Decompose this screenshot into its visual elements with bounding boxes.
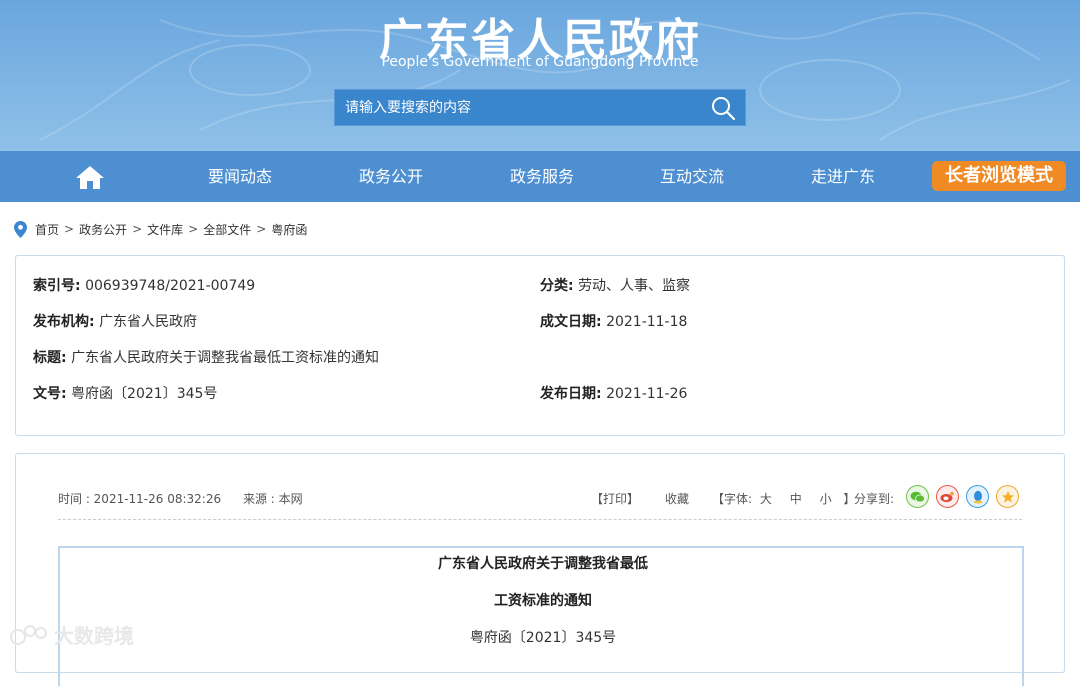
- watermark-logo-icon: [10, 624, 47, 645]
- search-icon[interactable]: [709, 94, 737, 122]
- breadcrumb-separator: >: [132, 222, 143, 236]
- info-publisher-label: 发布机构:: [33, 314, 95, 330]
- meta-divider: [58, 519, 1022, 520]
- font-size-large[interactable]: 大: [760, 492, 772, 506]
- nav-item-interaction[interactable]: 互动交流: [632, 151, 752, 202]
- article-meta: 时间 : 2021-11-26 08:32:26 来源 : 本网: [58, 490, 321, 507]
- info-publisher-value: 广东省人民政府: [99, 314, 198, 330]
- search-input[interactable]: [335, 90, 705, 125]
- info-category-label: 分类:: [540, 278, 574, 294]
- info-category-value: 劳动、人事、监察: [578, 278, 691, 294]
- article-source: 来源 : 本网: [242, 492, 303, 506]
- watermark: 大数跨境: [8, 620, 134, 649]
- info-publish-date-value: 2021-11-26: [606, 386, 688, 402]
- document-title-line2: 工资标准的通知: [494, 593, 592, 609]
- document-number: 粤府函〔2021〕345号: [469, 630, 617, 646]
- info-title-value: 广东省人民政府关于调整我省最低工资标准的通知: [71, 350, 380, 366]
- weibo-share-icon[interactable]: [936, 485, 959, 508]
- home-icon[interactable]: [72, 161, 108, 193]
- breadcrumb-home[interactable]: 首页: [35, 221, 59, 238]
- wechat-share-icon[interactable]: [906, 485, 929, 508]
- info-written-date-value: 2021-11-18: [606, 314, 688, 330]
- breadcrumb-gov-affairs[interactable]: 政务公开: [79, 221, 127, 238]
- info-title: 标题: 广东省人民政府关于调整我省最低工资标准的通知: [33, 347, 379, 367]
- nav-item-news[interactable]: 要闻动态: [180, 151, 300, 202]
- info-written-date: 成文日期: 2021-11-18: [540, 311, 687, 331]
- info-index-label: 索引号:: [33, 278, 81, 294]
- nav-item-gov-services[interactable]: 政务服务: [482, 151, 602, 202]
- site-subtitle: People's Government of Guangdong Provinc…: [381, 54, 699, 70]
- search-bar: [334, 89, 746, 126]
- info-publish-date-label: 发布日期:: [540, 386, 602, 402]
- breadcrumb-file-library[interactable]: 文件库: [147, 221, 183, 238]
- font-size-small[interactable]: 小: [820, 492, 832, 506]
- nav-item-gov-affairs[interactable]: 政务公开: [331, 151, 451, 202]
- article-time: 时间 : 2021-11-26 08:32:26: [58, 492, 222, 506]
- info-doc-number: 文号: 粤府函〔2021〕345号: [33, 383, 217, 403]
- info-index: 索引号: 006939748/2021-00749: [33, 275, 255, 295]
- nav-item-about-guangdong[interactable]: 走进广东: [783, 151, 903, 202]
- article-panel: 时间 : 2021-11-26 08:32:26 来源 : 本网 【打印】 收藏…: [15, 453, 1065, 686]
- font-size-controls: 【字体: 大 中 小 】: [712, 490, 855, 507]
- print-button[interactable]: 【打印】: [591, 490, 639, 507]
- location-pin-icon: [14, 220, 27, 238]
- info-doc-number-value: 粤府函〔2021〕345号: [71, 386, 218, 402]
- info-publisher: 发布机构: 广东省人民政府: [33, 311, 197, 331]
- document-title-line1: 广东省人民政府关于调整我省最低: [438, 556, 648, 572]
- breadcrumb-separator: >: [188, 222, 199, 236]
- document-info-panel: 索引号: 006939748/2021-00749 分类: 劳动、人事、监察 发…: [15, 255, 1065, 436]
- watermark-text: 大数跨境: [54, 624, 134, 648]
- qzone-share-icon[interactable]: [996, 485, 1019, 508]
- info-title-label: 标题:: [33, 350, 67, 366]
- header-banner: 广东省人民政府 People's Government of Guangdong…: [0, 0, 1080, 151]
- info-index-value: 006939748/2021-00749: [85, 278, 256, 294]
- main-nav: 要闻动态 政务公开 政务服务 互动交流 走进广东: [0, 151, 1080, 202]
- elder-mode-button[interactable]: 长者浏览模式: [932, 161, 1066, 191]
- share-label: 分享到:: [854, 492, 895, 506]
- favorite-button[interactable]: 收藏: [665, 490, 689, 507]
- qq-share-icon[interactable]: [966, 485, 989, 508]
- font-size-prefix: 【字体:: [712, 492, 753, 506]
- breadcrumb-separator: >: [256, 222, 267, 236]
- breadcrumb-separator: >: [64, 222, 75, 236]
- info-doc-number-label: 文号:: [33, 386, 67, 402]
- document-body: 广东省人民政府关于调整我省最低 工资标准的通知 粤府函〔2021〕345号: [58, 546, 1024, 686]
- breadcrumb: 首页 > 政务公开 > 文件库 > 全部文件 > 粤府函: [14, 219, 307, 239]
- font-size-medium[interactable]: 中: [790, 492, 802, 506]
- info-publish-date: 发布日期: 2021-11-26: [540, 383, 687, 403]
- info-category: 分类: 劳动、人事、监察: [540, 275, 690, 295]
- info-written-date-label: 成文日期:: [540, 314, 602, 330]
- breadcrumb-all-files[interactable]: 全部文件: [203, 221, 251, 238]
- breadcrumb-current[interactable]: 粤府函: [271, 221, 307, 238]
